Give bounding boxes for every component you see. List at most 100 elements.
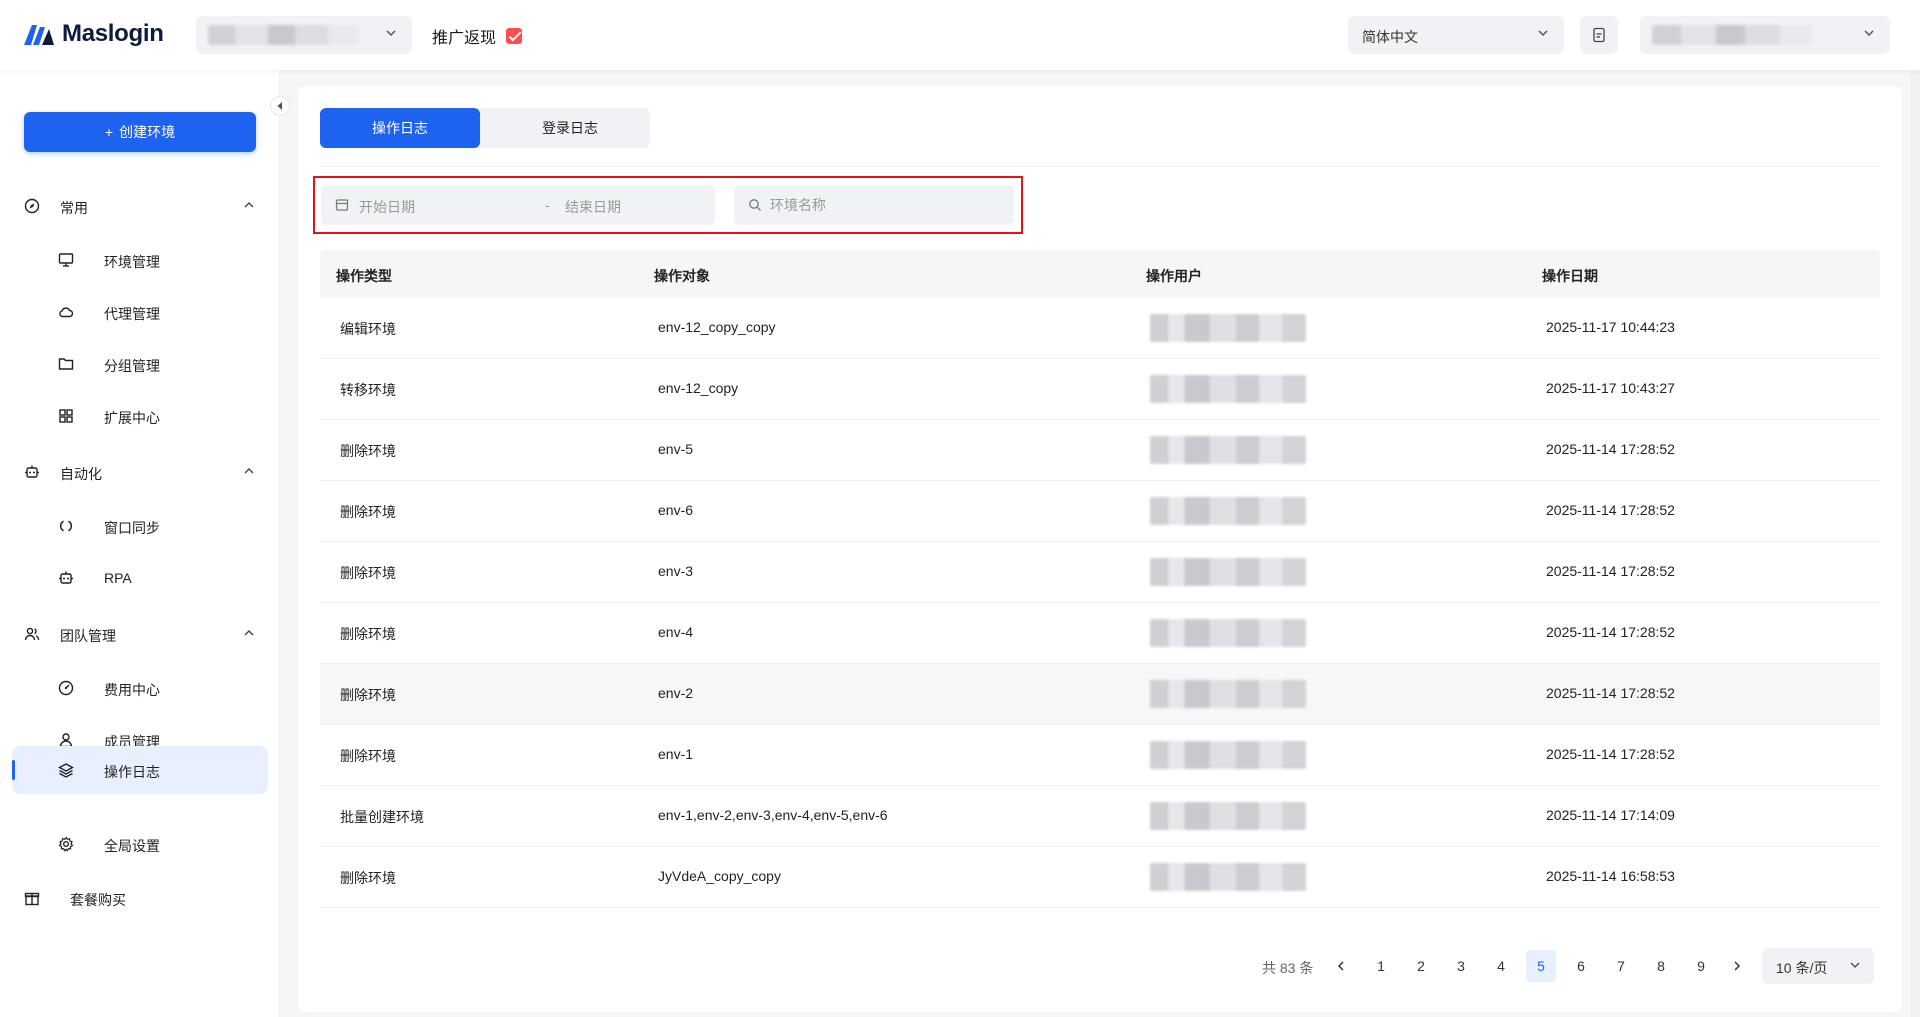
sidebar-item-proxies[interactable]: 代理管理: [12, 288, 268, 336]
operation-target: env-2: [658, 685, 694, 701]
operation-user-redacted: [1150, 558, 1306, 586]
column-header-user: 操作用户: [1146, 268, 1202, 284]
create-environment-button[interactable]: + 创建环境: [24, 112, 256, 152]
workspace-select[interactable]: [196, 16, 412, 54]
table-row[interactable]: 转移环境 env-12_copy 2025-11-17 10:43:27: [320, 359, 1880, 420]
operation-target: env-6: [658, 502, 694, 518]
sidebar-item-label: 操作日志: [104, 764, 160, 780]
gauge-icon: [58, 680, 74, 696]
operation-target: env-5: [658, 441, 694, 457]
nav-group-common[interactable]: 常用: [0, 186, 280, 226]
start-date-placeholder[interactable]: 开始日期: [359, 197, 415, 217]
operation-type: 删除环境: [340, 687, 396, 703]
table-row[interactable]: 删除环境 JyVdeA_copy_copy 2025-11-14 16:58:53: [320, 847, 1880, 908]
operation-date: 2025-11-14 17:28:52: [1546, 563, 1675, 579]
operation-user-redacted: [1150, 497, 1306, 525]
operation-user-redacted: [1150, 863, 1306, 891]
search-icon: [749, 199, 761, 211]
page-number-button[interactable]: 9: [1686, 950, 1716, 982]
table-row[interactable]: 删除环境 env-5 2025-11-14 17:28:52: [320, 420, 1880, 481]
user-account-select[interactable]: [1640, 16, 1890, 54]
workspace-name-redacted: [208, 25, 358, 45]
operation-date: 2025-11-14 17:28:52: [1546, 502, 1675, 518]
language-select[interactable]: 简体中文: [1348, 16, 1564, 54]
table-header: 操作类型 操作对象 操作用户 操作日期: [320, 250, 1880, 298]
sidebar-collapse-button[interactable]: [270, 96, 290, 116]
operation-date: 2025-11-14 17:14:09: [1546, 807, 1675, 823]
page-number-button[interactable]: 3: [1446, 950, 1476, 982]
layers-icon: [58, 763, 74, 778]
operation-type: 编辑环境: [340, 321, 396, 337]
grid-icon: [59, 409, 73, 423]
sidebar-item-label: RPA: [104, 570, 132, 586]
pagination: 共 83 条 123456789 10 条/页: [298, 948, 1902, 984]
page-size-select[interactable]: 10 条/页: [1762, 948, 1874, 984]
end-date-placeholder[interactable]: 结束日期: [545, 197, 621, 217]
page-number-button[interactable]: 8: [1646, 950, 1676, 982]
sidebar-item-billing[interactable]: 费用中心: [12, 664, 268, 712]
sidebar-item-rpa[interactable]: RPA: [12, 554, 268, 602]
sidebar-item-window-sync[interactable]: 窗口同步: [12, 502, 268, 550]
chevron-down-icon: [386, 30, 396, 37]
operation-user-redacted: [1150, 802, 1306, 830]
operation-log-table: 操作类型 操作对象 操作用户 操作日期 编辑环境 env-12_copy_copy…: [320, 250, 1880, 908]
sync-icon: [59, 520, 73, 532]
compass-icon: [24, 198, 40, 214]
robot-icon: [59, 571, 73, 584]
tab-operation-log[interactable]: 操作日志: [320, 108, 480, 148]
date-range-picker[interactable]: 开始日期 - 结束日期: [321, 185, 715, 225]
tab-login-log[interactable]: 登录日志: [490, 108, 650, 148]
sidebar-item-operation-log[interactable]: 操作日志: [12, 746, 268, 794]
column-header-target: 操作对象: [654, 268, 710, 284]
operation-type: 删除环境: [340, 870, 396, 886]
page-number-button[interactable]: 4: [1486, 950, 1516, 982]
monitor-icon: [58, 253, 74, 267]
column-header-date: 操作日期: [1542, 268, 1598, 284]
nav-group-team[interactable]: 团队管理: [0, 614, 280, 654]
table-row[interactable]: 删除环境 env-1 2025-11-14 17:28:52: [320, 725, 1880, 786]
promo-link[interactable]: 推广返现: [432, 24, 523, 48]
operation-target: env-1: [658, 746, 694, 762]
prev-page-button[interactable]: [1326, 950, 1356, 982]
document-button[interactable]: [1580, 16, 1618, 54]
table-row[interactable]: 删除环境 env-3 2025-11-14 17:28:52: [320, 542, 1880, 603]
nav-group-automation[interactable]: 自动化: [0, 452, 280, 492]
page-number-button[interactable]: 6: [1566, 950, 1596, 982]
top-header: Maslogin 推广返现 简体中文: [0, 0, 1920, 70]
operation-user-redacted: [1150, 619, 1306, 647]
brand-logo[interactable]: Maslogin: [24, 20, 164, 48]
divider: [320, 166, 1880, 167]
operation-user-redacted: [1150, 436, 1306, 464]
page-number-button[interactable]: 7: [1606, 950, 1636, 982]
operation-user-redacted: [1150, 375, 1306, 403]
environment-search-input[interactable]: [770, 185, 1000, 225]
table-row[interactable]: 删除环境 env-4 2025-11-14 17:28:52: [320, 603, 1880, 664]
chevron-down-icon: [1864, 30, 1874, 37]
table-row[interactable]: 编辑环境 env-12_copy_copy 2025-11-17 10:44:23: [320, 298, 1880, 359]
sidebar-item-label: 窗口同步: [104, 520, 160, 536]
robot-icon: [25, 465, 39, 478]
sidebar-item-settings[interactable]: 全局设置: [12, 820, 268, 868]
table-row[interactable]: 删除环境 env-2 2025-11-14 17:28:52: [320, 664, 1880, 725]
table-row[interactable]: 删除环境 env-6 2025-11-14 17:28:52: [320, 481, 1880, 542]
promo-label: 推广返现: [432, 30, 497, 47]
gear-icon: [58, 836, 74, 852]
page-number-button[interactable]: 2: [1406, 950, 1436, 982]
sidebar-item-label: 代理管理: [104, 306, 160, 322]
page-number-button[interactable]: 5: [1526, 950, 1556, 982]
page-number-button[interactable]: 1: [1366, 950, 1396, 982]
pagination-total: 共 83 条: [1262, 960, 1314, 976]
gift-box-icon: [24, 892, 40, 906]
sidebar-item-groups[interactable]: 分组管理: [12, 340, 268, 388]
operation-user-redacted: [1150, 741, 1306, 769]
sidebar-item-plan-purchase[interactable]: 套餐购买: [0, 878, 280, 918]
next-page-button[interactable]: [1722, 950, 1752, 982]
sidebar-item-extensions[interactable]: 扩展中心: [12, 392, 268, 440]
sidebar-item-environments[interactable]: 环境管理: [12, 236, 268, 284]
table-row[interactable]: 批量创建环境 env-1,env-2,env-3,env-4,env-5,env-…: [320, 786, 1880, 847]
page-scrollbar[interactable]: [1910, 70, 1920, 1017]
environment-search[interactable]: [734, 185, 1014, 225]
logo-icon: [24, 25, 54, 45]
chevron-up-icon: [244, 630, 254, 636]
operation-date: 2025-11-14 17:28:52: [1546, 441, 1675, 457]
